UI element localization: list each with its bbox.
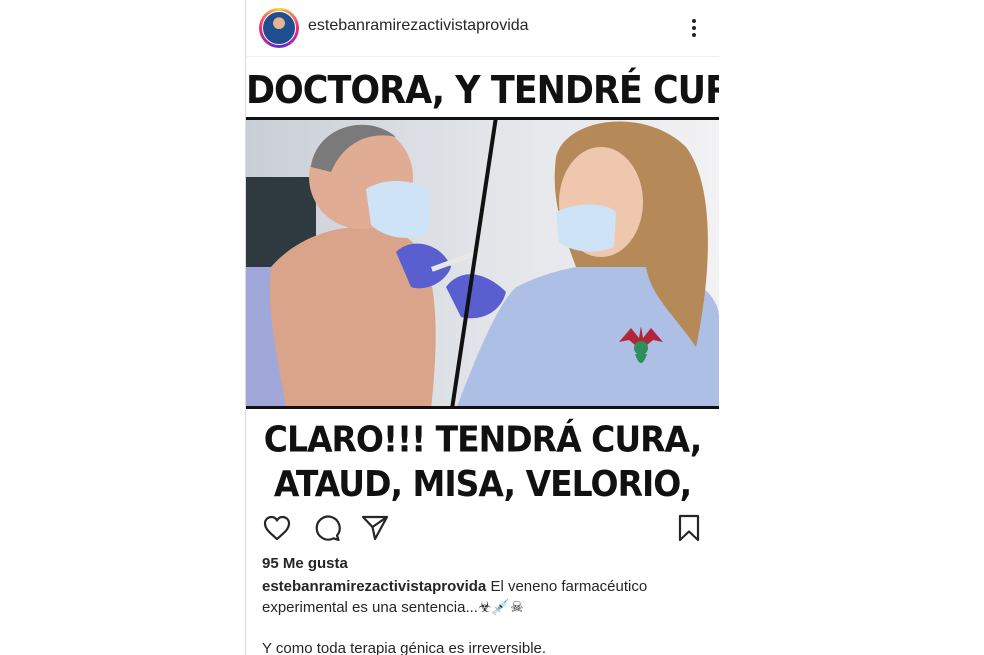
post-header: estebanramirezactivistaprovida <box>246 0 719 57</box>
meme-photo <box>246 117 719 409</box>
heart-icon[interactable] <box>262 513 292 543</box>
meme-bottom-line-2: ATAUD, MISA, VELORIO, ETC!!! <box>273 462 692 502</box>
meme-bottom-line-1: CLARO!!! TENDRÁ CURA, <box>263 418 703 461</box>
meme-top-text: DOCTORA, Y TENDRÉ CURA? <box>246 69 719 113</box>
comment-icon[interactable] <box>312 513 342 543</box>
caption-username[interactable]: estebanramirezactivistaprovida <box>262 578 486 595</box>
post-caption: estebanramirezactivistaprovida El veneno… <box>262 576 707 655</box>
more-icon[interactable] <box>684 16 704 40</box>
share-icon[interactable] <box>360 513 390 543</box>
instagram-post: estebanramirezactivistaprovida DOCTORA, … <box>245 0 719 655</box>
avatar-image <box>262 11 296 45</box>
avatar[interactable] <box>259 8 299 48</box>
likes-count[interactable]: 95 Me gusta <box>262 555 348 572</box>
meme-bottom-text: CLARO!!! TENDRÁ CURA, ATAUD, MISA, VELOR… <box>246 417 719 502</box>
caption-text-2: Y como toda terapia génica es irreversib… <box>262 640 547 655</box>
action-bar <box>246 505 719 550</box>
username[interactable]: estebanramirezactivistaprovida <box>308 17 529 35</box>
bookmark-icon[interactable] <box>674 513 704 543</box>
post-image[interactable]: DOCTORA, Y TENDRÉ CURA? <box>246 57 719 502</box>
